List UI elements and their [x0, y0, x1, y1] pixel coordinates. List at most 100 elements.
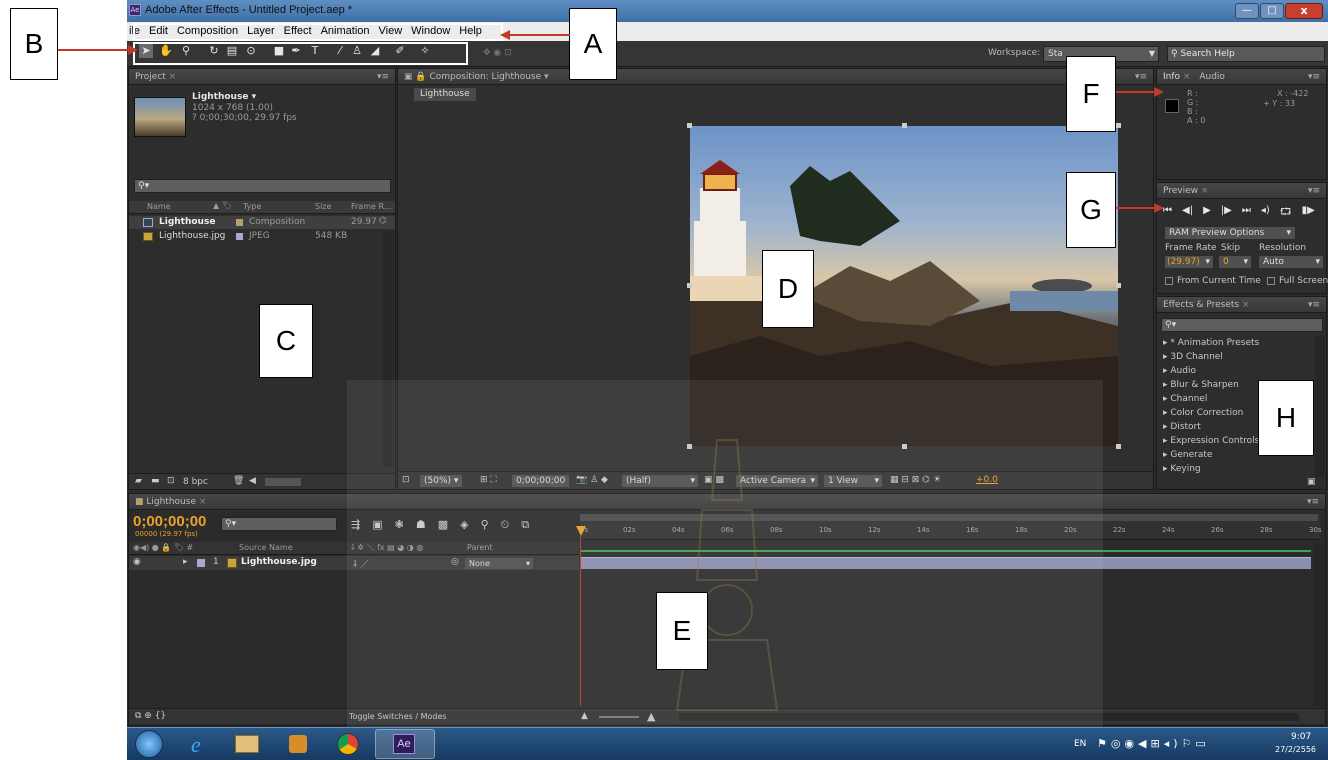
media-player-icon[interactable]	[289, 735, 307, 753]
selection-handle[interactable]	[1116, 123, 1121, 128]
toggle-switches-button[interactable]: Toggle Switches / Modes	[349, 712, 447, 721]
flowchart-icon[interactable]: ⌬	[379, 216, 387, 226]
timeline-vscroll[interactable]	[1314, 542, 1324, 706]
visibility-eye-icon[interactable]: ◉	[133, 557, 141, 567]
language-indicator[interactable]: EN	[1074, 739, 1086, 749]
ram-preview-icon[interactable]: ▮▶	[1302, 205, 1315, 222]
label-color-swatch[interactable]	[197, 559, 205, 567]
from-current-time-checkbox[interactable]	[1165, 277, 1173, 285]
roi-icon[interactable]: ▣ ▩	[704, 475, 724, 485]
close-icon[interactable]: ×	[1201, 186, 1209, 196]
current-time-display[interactable]: 0;00;00;00	[133, 513, 206, 530]
effect-category[interactable]: ▸ Generate	[1163, 450, 1212, 460]
ram-preview-options-select[interactable]: RAM Preview Options ▾	[1165, 227, 1295, 239]
start-button[interactable]	[135, 730, 163, 758]
info-tab[interactable]: Info	[1163, 72, 1180, 82]
exposure-value[interactable]: +0.0	[976, 475, 998, 485]
time-ruler[interactable]: 0s 02s 04s 06s 08s 10s 12s 14s 16s 18s 20s 22s 24s 26…	[580, 514, 1322, 540]
minimize-button[interactable]: —	[1235, 3, 1259, 19]
effect-category[interactable]: ▸ Distort	[1163, 422, 1201, 432]
tray-icons[interactable]: ⚑◎◉◀⊞◂)⚐▭	[1097, 737, 1210, 750]
effect-category[interactable]: ▸ Keying	[1163, 464, 1201, 474]
effect-category[interactable]: ▸ Audio	[1163, 366, 1196, 376]
frame-rate-select[interactable]: (29.97) ▾	[1165, 256, 1213, 268]
loop-icon[interactable]: ⮔	[1280, 205, 1292, 222]
graph-editor-icon[interactable]: ⧉	[521, 518, 529, 532]
scroll-left-icon[interactable]: ◀	[249, 476, 256, 486]
layer-row[interactable]: ◉ ▸ 1 Lighthouse.jpg ⸸ ／ ◎ None ▾	[129, 556, 579, 570]
toggle-pixel-icon[interactable]: ▦ ⊟ ⊠ ⌬ ☀	[890, 475, 941, 485]
selection-handle[interactable]	[902, 123, 907, 128]
timeline-hscroll[interactable]	[679, 713, 1299, 721]
close-icon[interactable]: ×	[169, 72, 177, 82]
composition-breadcrumb[interactable]: Lighthouse	[414, 88, 476, 101]
resolution-preview-select[interactable]: Auto ▾	[1259, 256, 1323, 268]
effects-scrollbar[interactable]	[1315, 337, 1325, 477]
col-type[interactable]: Type	[243, 202, 261, 211]
audio-icon[interactable]: ◂)	[1261, 205, 1270, 222]
full-screen-checkbox[interactable]	[1267, 277, 1275, 285]
search-help-field[interactable]: ⚲ Search Help	[1167, 46, 1325, 62]
last-frame-icon[interactable]: ⏭	[1242, 205, 1251, 222]
selection-handle[interactable]	[687, 444, 692, 449]
project-hscroll[interactable]	[265, 478, 301, 486]
close-icon[interactable]: ×	[1242, 300, 1250, 310]
grid-icon[interactable]: ⊞ ⛶	[480, 475, 497, 485]
previous-frame-icon[interactable]: ◀|	[1182, 205, 1193, 222]
col-size[interactable]: Size	[315, 202, 331, 211]
preview-tab[interactable]: Preview	[1163, 186, 1198, 196]
resolution-select[interactable]: (Half) ▾	[622, 475, 698, 487]
project-row[interactable]: Lighthouse Composition 29.97 ⌬	[129, 216, 395, 229]
frame-blending-icon[interactable]: ▩	[438, 518, 448, 532]
play-icon[interactable]: ▶	[1203, 205, 1211, 222]
pickwhip-icon[interactable]: ◎	[451, 557, 459, 567]
camera-select[interactable]: Active Camera ▾	[736, 475, 818, 487]
audio-tab[interactable]: Audio	[1199, 72, 1225, 82]
lock-icon[interactable]: ▣ 🔒	[404, 72, 427, 82]
effect-category[interactable]: ▸ Channel	[1163, 394, 1207, 404]
shy-switch-icon[interactable]: ⸸ ／	[353, 557, 369, 570]
effect-category[interactable]: ▸ * Animation Presets	[1163, 338, 1259, 348]
col-frame-rate[interactable]: Frame R...	[351, 202, 391, 211]
panel-menu-icon[interactable]: ▾≡	[1308, 183, 1320, 198]
effect-category[interactable]: ▸ Expression Controls	[1163, 436, 1259, 446]
selection-handle[interactable]	[1116, 283, 1121, 288]
selection-handle[interactable]	[687, 283, 692, 288]
bit-depth-label[interactable]: 8 bpc	[183, 477, 208, 487]
expand-panes-icon[interactable]: ⧉ ⊕ {}	[135, 711, 166, 721]
interpret-footage-icon[interactable]: ▰	[135, 476, 142, 486]
panel-menu-icon[interactable]: ▾≡	[1308, 69, 1320, 84]
effects-search-input[interactable]: ⚲▾	[1161, 318, 1323, 332]
trash-icon[interactable]: 🗑	[233, 476, 244, 486]
project-search-input[interactable]: ⚲▾	[134, 179, 391, 193]
expand-arrow-icon[interactable]: ▸	[183, 557, 188, 567]
panel-menu-icon[interactable]: ▾≡	[1135, 69, 1147, 84]
composition-tab[interactable]: Composition: Lighthouse	[429, 72, 541, 82]
work-area-bar[interactable]	[580, 514, 1318, 521]
close-icon[interactable]: ×	[199, 497, 207, 507]
auto-keyframe-icon[interactable]: ⏲	[501, 518, 510, 532]
selection-handle[interactable]	[1116, 444, 1121, 449]
layer-duration-bar[interactable]	[581, 557, 1311, 569]
timecode-field[interactable]: 0;00;00;00	[512, 475, 570, 487]
effect-category[interactable]: ▸ Color Correction	[1163, 408, 1243, 418]
effects-tab[interactable]: Effects & Presets	[1163, 300, 1239, 310]
timeline-tab[interactable]: Lighthouse	[146, 497, 196, 507]
chevron-down-icon[interactable]: ▾	[544, 72, 549, 82]
effect-category[interactable]: ▸ Blur & Sharpen	[1163, 380, 1239, 390]
new-composition-icon[interactable]: ⊡	[167, 476, 175, 486]
after-effects-taskbar-button[interactable]: Ae	[375, 729, 435, 759]
panel-menu-icon[interactable]: ▾≡	[1307, 494, 1319, 509]
col-name[interactable]: Name	[147, 202, 171, 211]
selection-handle[interactable]	[687, 123, 692, 128]
brainstorm-icon[interactable]: ⚲	[481, 518, 489, 532]
internet-explorer-icon[interactable]: e	[191, 732, 201, 758]
motion-blur-icon[interactable]: ◈	[460, 518, 468, 532]
zoom-slider[interactable]	[599, 716, 639, 718]
draft-3d-icon[interactable]: ❃	[395, 518, 404, 532]
parent-select[interactable]: None ▾	[465, 558, 533, 569]
project-scrollbar[interactable]	[383, 231, 393, 467]
zoom-select[interactable]: (50%) ▾	[420, 475, 463, 487]
comp-mini-flowchart-icon[interactable]: ⇶	[351, 518, 360, 532]
col-source-name[interactable]: Source Name	[239, 543, 293, 552]
